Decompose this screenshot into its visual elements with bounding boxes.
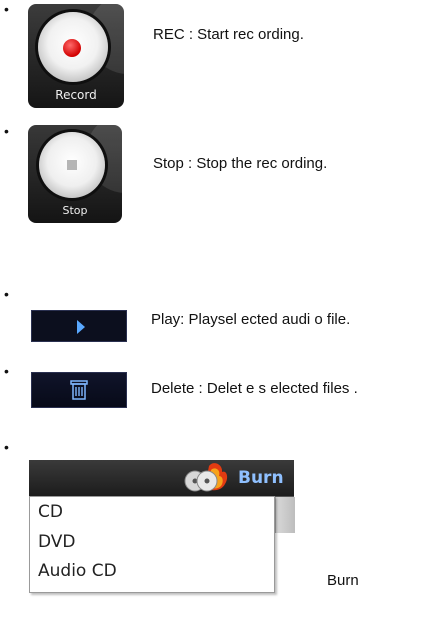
play-description: Play: Playsel ected audi o file. [151,311,351,328]
stop-icon [67,160,77,170]
burn-description: Burn [327,572,359,589]
menu-item-cd[interactable]: CD [38,502,63,522]
play-button[interactable] [31,310,127,342]
record-button-label: Record [55,88,97,102]
record-button[interactable]: Record [28,4,124,108]
record-description: REC : Start rec ording. [153,26,304,43]
stop-button[interactable]: Stop [28,125,122,223]
play-icon [77,320,85,334]
delete-description: Delete : Delet e s elected files . [151,380,358,397]
burn-button[interactable]: Burn [238,468,284,488]
burn-discs-icon [184,463,228,492]
delete-button[interactable] [31,372,127,408]
menu-item-audio-cd[interactable]: Audio CD [38,561,117,581]
burn-toolbar: Burn [29,460,294,497]
trash-icon [70,380,88,400]
bullet: • [4,286,9,302]
menu-item-dvd[interactable]: DVD [38,532,76,552]
bullet: • [4,123,9,139]
scrollbar[interactable] [275,497,295,533]
record-icon [63,39,81,57]
bullet: • [4,439,9,455]
bullet: • [4,363,9,379]
bullet: • [4,1,9,17]
stop-description: Stop : Stop the rec ording. [153,155,328,172]
stop-button-label: Stop [62,204,88,217]
burn-dropdown-menu: CD DVD Audio CD [29,496,275,593]
